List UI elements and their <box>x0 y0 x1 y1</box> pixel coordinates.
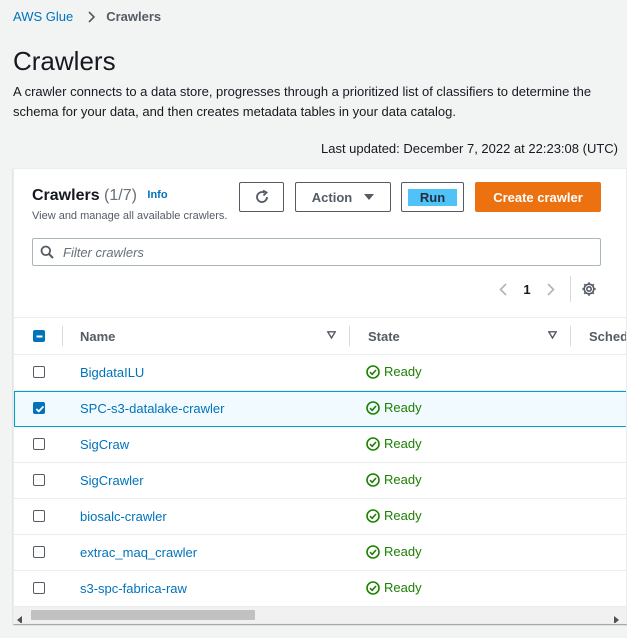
row-checkbox[interactable] <box>33 438 45 450</box>
refresh-button[interactable] <box>239 182 284 212</box>
crawlers-table: Name State Schedule BigdataILU Ready <box>14 317 626 607</box>
status-success-icon <box>366 508 380 523</box>
scroll-left-icon[interactable] <box>17 611 23 623</box>
chevron-right-icon <box>87 10 96 23</box>
table-header: Name State Schedule <box>14 317 626 355</box>
table-row[interactable]: SigCraw Ready <box>14 427 626 463</box>
table-row[interactable]: SigCrawler Ready <box>14 463 626 499</box>
page-title: Crawlers <box>13 46 116 76</box>
row-checkbox[interactable] <box>33 474 45 486</box>
horizontal-scrollbar[interactable] <box>14 607 626 623</box>
action-dropdown-button[interactable]: Action <box>295 182 391 212</box>
breadcrumb: AWS Glue Crawlers <box>13 9 161 24</box>
crawler-name-link[interactable]: s3-spc-fabrica-raw <box>80 581 187 596</box>
crawler-state: Ready <box>366 580 422 595</box>
crawler-state: Ready <box>366 364 422 379</box>
panel-title: Crawlers (1/7) Info <box>32 187 168 205</box>
pagination-divider <box>570 276 571 302</box>
column-header-name[interactable]: Name <box>80 318 115 354</box>
table-row[interactable]: SPC-s3-datalake-crawler Ready <box>14 391 626 427</box>
scroll-right-icon[interactable] <box>613 611 619 623</box>
refresh-icon <box>254 189 270 205</box>
crawler-state: Ready <box>366 544 422 559</box>
status-success-icon <box>366 400 380 415</box>
create-crawler-button[interactable]: Create crawler <box>475 182 601 212</box>
page-number[interactable]: 1 <box>512 282 542 297</box>
panel-title-text: Crawlers <box>32 187 100 204</box>
info-link[interactable]: Info <box>147 189 167 201</box>
crawler-state: Ready <box>366 436 422 451</box>
sort-caret-down-icon[interactable] <box>327 331 336 339</box>
crawler-state: Ready <box>366 400 422 415</box>
crawler-state-label: Ready <box>384 436 422 451</box>
crawler-name-link[interactable]: SPC-s3-datalake-crawler <box>80 401 225 416</box>
crawler-state-label: Ready <box>384 580 422 595</box>
status-success-icon <box>366 472 380 487</box>
row-checkbox[interactable] <box>33 546 45 558</box>
panel-subtitle: View and manage all available crawlers. <box>32 210 228 222</box>
column-header-schedule[interactable]: Schedule <box>589 318 626 354</box>
crawler-state-label: Ready <box>384 364 422 379</box>
crawler-name-link[interactable]: biosalc-crawler <box>80 509 167 524</box>
sort-caret-down-icon[interactable] <box>548 331 557 339</box>
scrollbar-thumb[interactable] <box>31 610 255 620</box>
crawler-name-link[interactable]: BigdataILU <box>80 365 144 380</box>
status-success-icon <box>366 436 380 451</box>
column-header-state[interactable]: State <box>368 318 400 354</box>
row-checkbox[interactable] <box>33 510 45 522</box>
filter-crawlers-input[interactable] <box>61 243 561 261</box>
run-label: Run <box>407 188 458 206</box>
run-button[interactable]: Run <box>401 182 464 212</box>
caret-down-icon <box>364 193 375 201</box>
crawler-state: Ready <box>366 472 422 487</box>
crawler-name-link[interactable]: SigCraw <box>80 437 129 452</box>
table-row[interactable]: s3-spc-fabrica-raw Ready <box>14 571 626 607</box>
settings-icon[interactable] <box>581 281 597 297</box>
column-divider <box>349 326 350 346</box>
row-checkbox[interactable] <box>33 366 45 378</box>
table-row[interactable]: extrac_maq_crawler Ready <box>14 535 626 571</box>
table-row[interactable]: BigdataILU Ready <box>14 355 626 391</box>
crawler-state-label: Ready <box>384 508 422 523</box>
breadcrumb-aws-glue[interactable]: AWS Glue <box>13 9 73 24</box>
crawler-name-link[interactable]: extrac_maq_crawler <box>80 545 197 560</box>
row-checkbox[interactable] <box>33 582 45 594</box>
last-updated: Last updated: December 7, 2022 at 22:23:… <box>320 141 618 156</box>
crawler-state: Ready <box>366 508 422 523</box>
selection-count: (1/7) <box>104 187 137 204</box>
action-label: Action <box>311 189 353 205</box>
row-checkbox[interactable] <box>33 402 45 414</box>
breadcrumb-current: Crawlers <box>106 9 162 24</box>
previous-page-icon[interactable] <box>494 282 512 296</box>
crawler-state-label: Ready <box>384 400 422 415</box>
page-description: A crawler connects to a data store, prog… <box>13 84 592 119</box>
crawler-state-label: Ready <box>384 472 422 487</box>
pagination: 1 <box>494 276 597 302</box>
crawler-name-link[interactable]: SigCrawler <box>80 473 144 488</box>
next-page-icon[interactable] <box>542 282 560 296</box>
column-divider <box>570 326 571 346</box>
crawler-state-label: Ready <box>384 544 422 559</box>
status-success-icon <box>366 364 380 379</box>
status-success-icon <box>366 544 380 559</box>
crawlers-panel: Crawlers (1/7) Info View and manage all … <box>13 168 627 624</box>
select-all-checkbox[interactable] <box>33 330 45 342</box>
status-success-icon <box>366 580 380 595</box>
search-icon <box>40 245 54 259</box>
column-divider <box>62 326 63 346</box>
filter-box <box>32 238 601 266</box>
table-row[interactable]: biosalc-crawler Ready <box>14 499 626 535</box>
